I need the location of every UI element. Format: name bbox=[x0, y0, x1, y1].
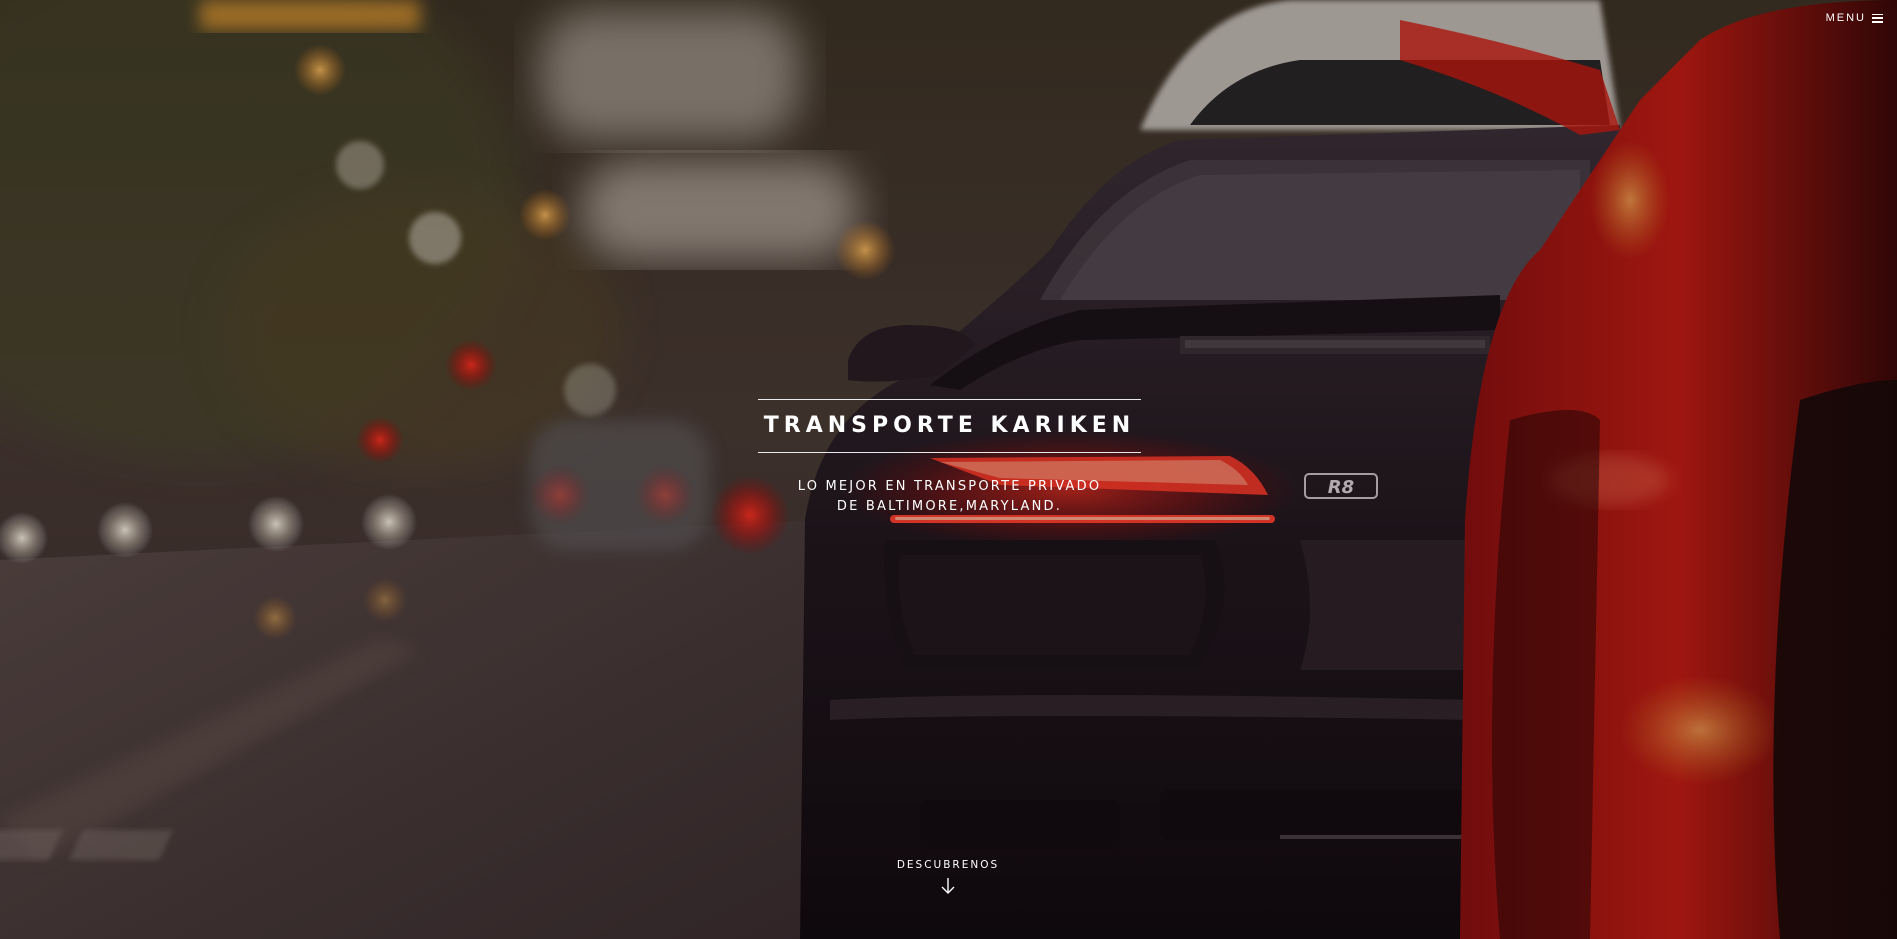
arrow-down-icon bbox=[941, 878, 955, 894]
page-title: TRANSPORTE KARIKEN bbox=[763, 413, 1136, 438]
hero-subtitle-line-1: LO MEJOR EN TRANSPORTE PRIVADO bbox=[797, 479, 1102, 494]
hero-title-block: TRANSPORTE KARIKEN LO MEJOR EN TRANSPORT… bbox=[758, 399, 1141, 517]
scroll-down-link[interactable]: DESCUBRENOS bbox=[848, 859, 1048, 895]
hamburger-icon bbox=[1872, 13, 1883, 23]
title-bottom-rule bbox=[758, 452, 1141, 453]
hero-section: R8 MENU TRANSPORTE KARIKEN LO MEJOR EN T… bbox=[0, 0, 1897, 939]
menu-label: MENU bbox=[1825, 12, 1866, 24]
hero-subtitle-line-2: DE BALTIMORE,MARYLAND. bbox=[836, 499, 1063, 514]
scroll-down-label: DESCUBRENOS bbox=[896, 859, 1000, 871]
menu-button[interactable]: MENU bbox=[1826, 12, 1883, 24]
hero-subtitle: LO MEJOR EN TRANSPORTE PRIVADO DE BALTIM… bbox=[758, 477, 1141, 517]
